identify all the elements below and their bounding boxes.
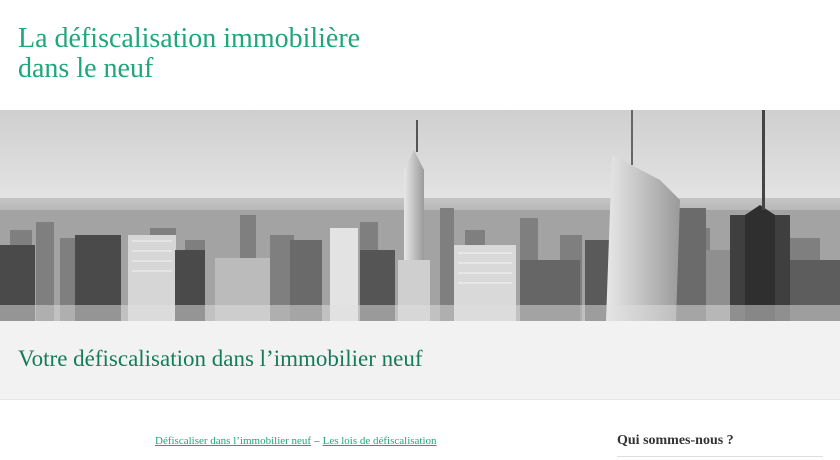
sidebar-widget-title: Qui sommes-nous ? [617,433,734,448]
hero-skyline-image [0,110,840,321]
breadcrumb-separator: – [314,435,320,447]
site-title-line2: dans le neuf [18,53,154,84]
site-title-link[interactable]: La défiscalisation immobilière dans le n… [18,24,438,84]
sidebar-widget-divider [617,456,823,457]
site-tagline: Votre défiscalisation dans l’immobilier … [18,346,423,371]
main-content: Défiscaliser dans l’immobilier neuf – Les … [0,400,840,460]
site-header: La défiscalisation immobilière dans le n… [0,0,840,110]
tagline-band: Votre défiscalisation dans l’immobilier … [0,321,840,400]
breadcrumb-link-lois[interactable]: Les lois de défiscalisation [323,435,437,447]
breadcrumb-link-defiscaliser[interactable]: Défiscaliser dans l’immobilier neuf [155,435,311,447]
site-title-line1: La défiscalisation immobilière [18,23,361,54]
breadcrumb: Défiscaliser dans l’immobilier neuf – Les … [155,435,437,447]
